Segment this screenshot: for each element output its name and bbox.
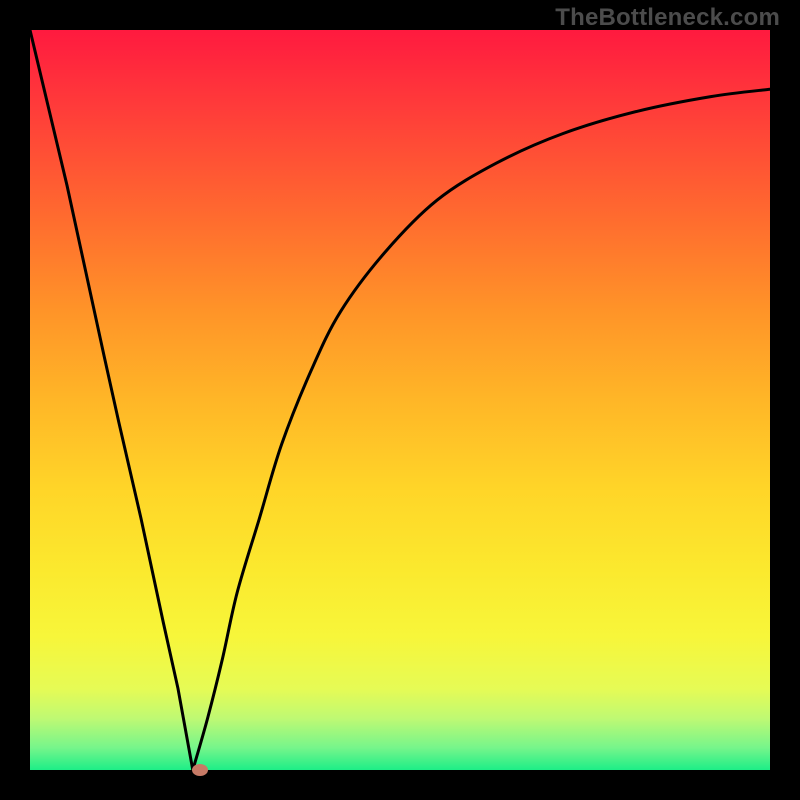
watermark-text: TheBottleneck.com — [555, 4, 780, 32]
chart-frame: TheBottleneck.com — [0, 0, 800, 800]
vertex-marker — [192, 764, 208, 776]
bottleneck-curve — [30, 30, 770, 770]
